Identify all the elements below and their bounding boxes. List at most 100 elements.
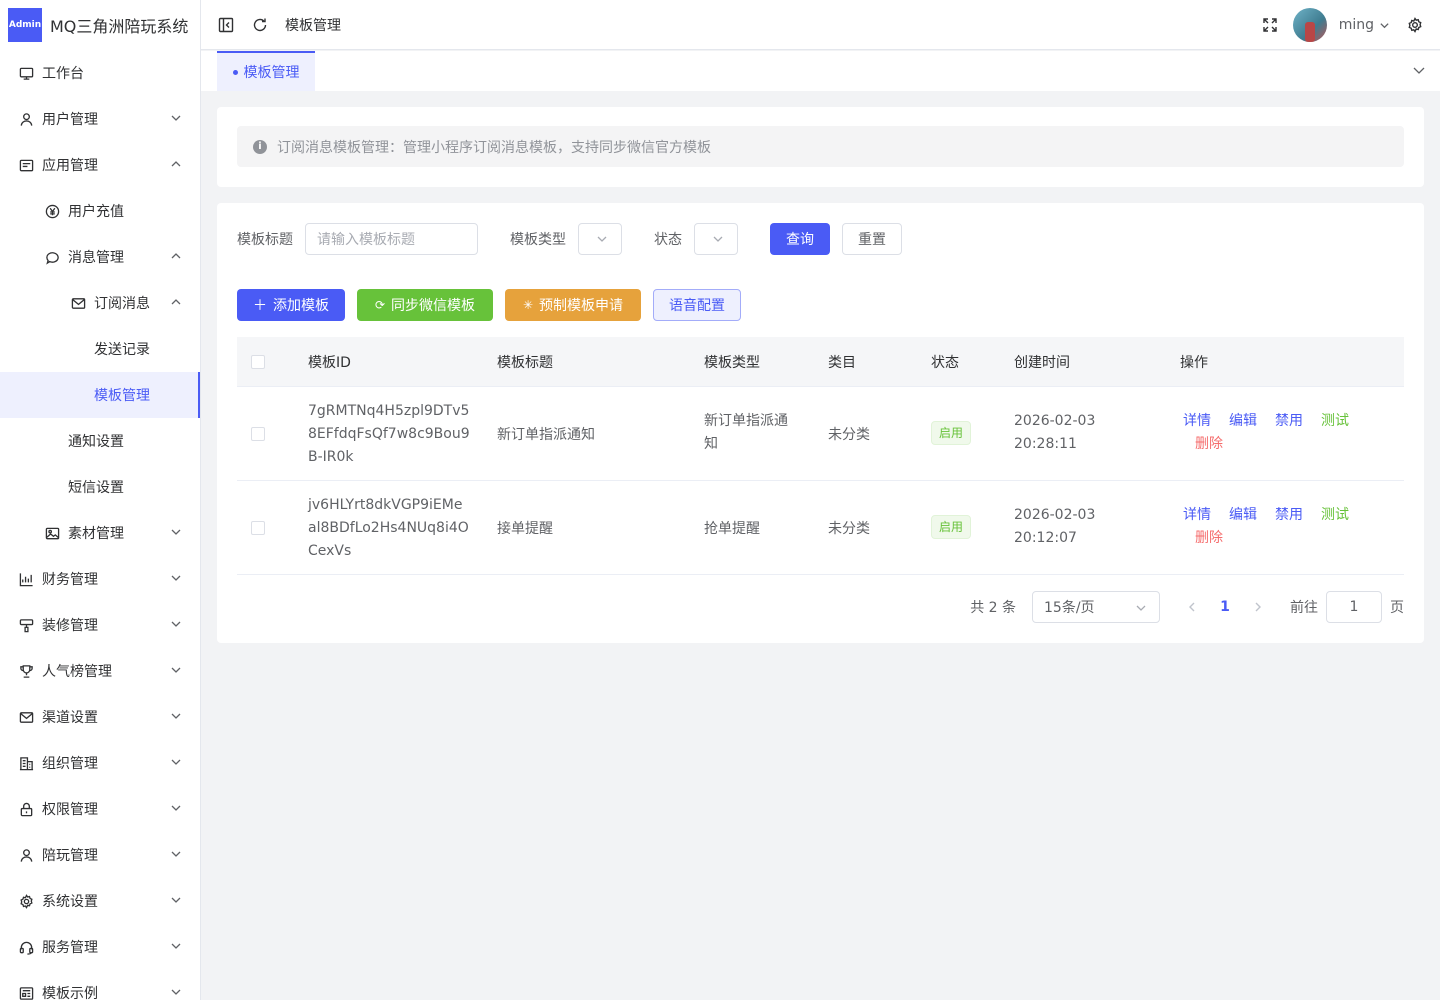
template-type-line: 知 — [704, 436, 718, 452]
collapse-sidebar-icon[interactable] — [217, 16, 235, 34]
add-template-button[interactable]: ＋ 添加模板 — [237, 289, 345, 321]
status-filter-label: 状态 — [654, 232, 682, 248]
row-checkbox[interactable] — [251, 427, 265, 441]
sidebar-item-messages[interactable]: 消息管理 — [0, 234, 200, 280]
status-filter-select[interactable] — [694, 223, 738, 255]
sidebar-item-finance[interactable]: 财务管理 — [0, 556, 200, 602]
active-dot — [232, 69, 238, 75]
row-actions: 详情 编辑 禁用 测试 删除 — [1183, 504, 1383, 550]
select-all-checkbox[interactable] — [251, 355, 265, 369]
loading-icon: ✳ — [522, 298, 534, 312]
detail-link[interactable]: 详情 — [1183, 504, 1211, 527]
sidebar-item-template-examples[interactable]: 模板示例 — [0, 970, 200, 1000]
voice-config-button[interactable]: 语音配置 — [653, 289, 741, 321]
sidebar-item-label: 工作台 — [42, 66, 84, 82]
created-clock: 20:28:11 — [1014, 436, 1077, 452]
tab-template-manage[interactable]: 模板管理 — [217, 51, 315, 91]
chevron-down-icon — [596, 233, 608, 245]
template-type-line: 抢单提醒 — [704, 521, 760, 537]
sidebar-item-subscription[interactable]: 订阅消息 — [0, 280, 200, 326]
test-link[interactable]: 测试 — [1321, 410, 1349, 433]
template-id-line: 7gRMTNq4H5zpl9DTv5 — [308, 403, 470, 419]
created-time: 2026-02-03 20:28:11 — [1014, 410, 1095, 456]
sidebar-item-send-records[interactable]: 发送记录 — [0, 326, 200, 372]
created-clock: 20:12:07 — [1014, 530, 1077, 546]
current-page[interactable]: 1 — [1208, 599, 1242, 615]
username[interactable]: ming — [1339, 17, 1374, 33]
sidebar-item-system-settings[interactable]: 系统设置 — [0, 878, 200, 924]
logo[interactable]: Admin MQ三角洲陪玩系统 — [0, 0, 200, 50]
chevron-down-icon[interactable] — [1378, 16, 1390, 34]
edit-link[interactable]: 编辑 — [1229, 410, 1257, 433]
template-icon — [18, 985, 34, 1000]
chevron-down-icon — [170, 112, 184, 126]
template-title: 接单提醒 — [497, 521, 553, 537]
prev-page-button[interactable] — [1176, 591, 1208, 623]
type-filter-select[interactable] — [578, 223, 622, 255]
avatar[interactable] — [1292, 8, 1327, 42]
sidebar-item-template-manage[interactable]: 模板管理 — [0, 372, 200, 418]
created-date: 2026-02-03 — [1014, 413, 1096, 429]
sidebar-item-recharge[interactable]: 用户充值 — [0, 188, 200, 234]
chevron-up-icon — [170, 158, 184, 172]
sync-wechat-button[interactable]: ⟳ 同步微信模板 — [357, 289, 493, 321]
sidebar-item-popularity[interactable]: 人气榜管理 — [0, 648, 200, 694]
disable-link[interactable]: 禁用 — [1275, 410, 1303, 433]
tabs-bar: 模板管理 — [201, 51, 1440, 91]
edit-link[interactable]: 编辑 — [1229, 504, 1257, 527]
query-button[interactable]: 查询 — [770, 223, 830, 255]
sidebar-item-label: 订阅消息 — [94, 296, 150, 312]
detail-link[interactable]: 详情 — [1183, 410, 1211, 433]
sidebar-item-materials[interactable]: 素材管理 — [0, 510, 200, 556]
pagination: 共 2 条 15条/页 1 前往 1 页 — [970, 591, 1404, 623]
disable-link[interactable]: 禁用 — [1275, 504, 1303, 527]
sidebar-item-services[interactable]: 服务管理 — [0, 924, 200, 970]
chevron-down-icon[interactable] — [1412, 63, 1426, 77]
sidebar-item-label: 装修管理 — [42, 618, 98, 634]
top-header: 模板管理 ming — [201, 0, 1440, 50]
template-id-line: jv6HLYrt8dkVGP9iEMe — [308, 497, 463, 513]
title-filter-input[interactable]: 请输入模板标题 — [305, 223, 478, 255]
page-size-select[interactable]: 15条/页 — [1032, 591, 1160, 623]
sidebar-item-label: 通知设置 — [68, 434, 124, 450]
fullscreen-icon[interactable] — [1261, 16, 1279, 34]
sidebar-item-label: 服务管理 — [42, 940, 98, 956]
test-link[interactable]: 测试 — [1321, 504, 1349, 527]
col-header-created: 创建时间 — [1014, 355, 1070, 371]
sidebar-item-label: 系统设置 — [42, 894, 98, 910]
title-filter-label: 模板标题 — [237, 232, 293, 248]
app-icon — [18, 157, 34, 173]
brush-icon — [18, 617, 34, 633]
next-page-button[interactable] — [1242, 591, 1274, 623]
sidebar-item-sms-settings[interactable]: 短信设置 — [0, 464, 200, 510]
reset-button[interactable]: 重置 — [842, 223, 902, 255]
goto-page-input[interactable]: 1 — [1326, 591, 1382, 623]
sidebar-item-organization[interactable]: 组织管理 — [0, 740, 200, 786]
chevron-down-icon — [1135, 602, 1147, 614]
chat-icon — [44, 249, 60, 265]
sidebar-item-decoration[interactable]: 装修管理 — [0, 602, 200, 648]
alert-text: 订阅消息模板管理：管理小程序订阅消息模板，支持同步微信官方模板 — [277, 139, 711, 156]
sidebar-item-permissions[interactable]: 权限管理 — [0, 786, 200, 832]
sidebar-item-notify-settings[interactable]: 通知设置 — [0, 418, 200, 464]
gear-icon[interactable] — [1406, 16, 1424, 34]
page-size-value: 15条/页 — [1044, 600, 1095, 616]
sidebar-item-users[interactable]: 用户管理 — [0, 96, 200, 142]
chevron-down-icon — [170, 986, 184, 1000]
chevron-down-icon — [170, 572, 184, 586]
sidebar-item-apps[interactable]: 应用管理 — [0, 142, 200, 188]
total-count: 共 2 条 — [970, 600, 1016, 616]
chevron-down-icon — [170, 894, 184, 908]
refresh-icon[interactable] — [251, 16, 269, 34]
preset-template-button[interactable]: ✳ 预制模板申请 — [505, 289, 641, 321]
delete-link[interactable]: 删除 — [1195, 527, 1223, 550]
delete-link[interactable]: 删除 — [1195, 433, 1223, 456]
sync-icon: ⟳ — [374, 298, 386, 312]
sidebar-item-dashboard[interactable]: 工作台 — [0, 50, 200, 96]
sidebar-item-channels[interactable]: 渠道设置 — [0, 694, 200, 740]
row-checkbox[interactable] — [251, 521, 265, 535]
sidebar-item-label: 素材管理 — [68, 526, 124, 542]
sidebar-item-label: 发送记录 — [94, 342, 150, 358]
created-time: 2026-02-03 20:12:07 — [1014, 504, 1095, 550]
sidebar-item-companions[interactable]: 陪玩管理 — [0, 832, 200, 878]
